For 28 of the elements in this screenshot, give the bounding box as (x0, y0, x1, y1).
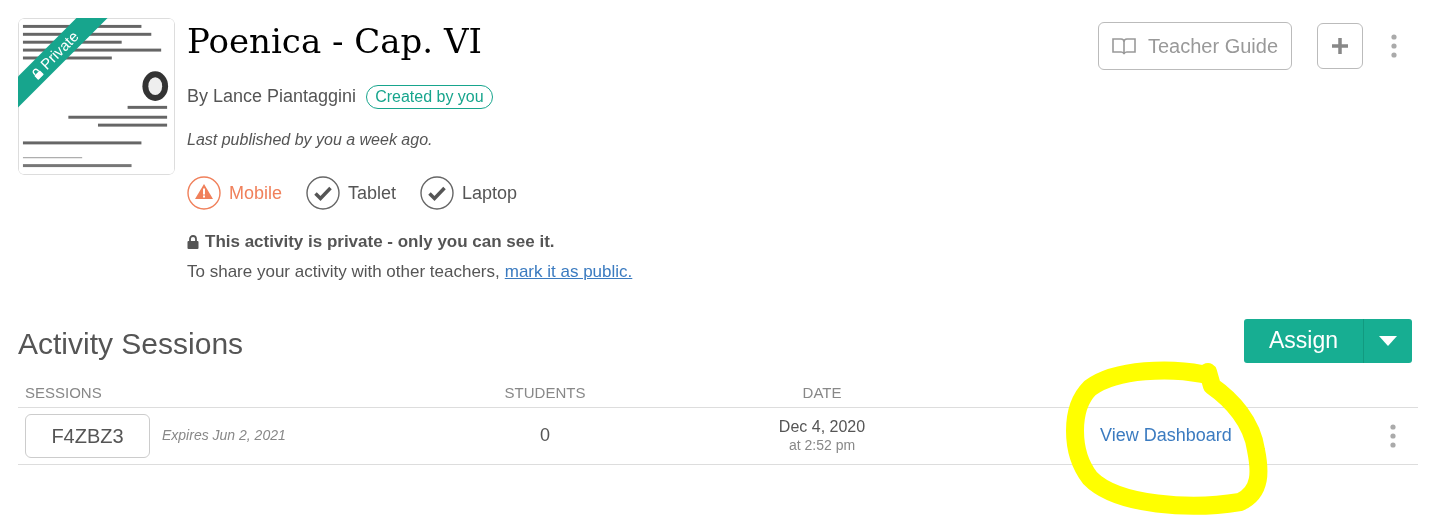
assign-button[interactable]: Assign (1244, 318, 1363, 363)
caret-icon (1379, 335, 1397, 346)
privacy-notice: This activity is private - only you can see it. (205, 231, 555, 253)
book-icon (1111, 37, 1136, 55)
view-dashboard-link[interactable]: View Dashboard (1100, 422, 1232, 449)
plus-icon (1331, 37, 1349, 55)
sessions-heading: Activity Sessions (18, 326, 244, 362)
more-icon[interactable] (1391, 34, 1397, 58)
device-label: Tablet (348, 181, 397, 205)
column-header: STUDENTS (504, 383, 586, 403)
teacher-guide-button[interactable]: Teacher Guide (1098, 22, 1292, 70)
activity-title: Poenica - Cap. VI (187, 20, 482, 63)
published-note: Last published by you a week ago. (187, 130, 433, 150)
make-public-link[interactable]: mark it as public. (504, 258, 633, 284)
session-time: at 2:52 pm (788, 435, 856, 455)
share-text: To share your activity with other teachers, (187, 260, 500, 283)
column-header: DATE (802, 383, 842, 403)
session-code[interactable]: F4ZBZ3 (25, 413, 150, 458)
session-date: Dec 4, 2020 (778, 416, 866, 436)
column-header: SESSIONS (24, 383, 102, 403)
expiry-date: Expires Jun 2, 2021 (162, 426, 286, 445)
more-icon[interactable] (1390, 423, 1396, 448)
device-label: Laptop (462, 181, 518, 205)
author-name: By Lance Piantaggini (187, 85, 357, 108)
device-label: Mobile (229, 181, 283, 205)
lock-icon (187, 234, 199, 249)
student-count: 0 (540, 424, 550, 447)
add-button[interactable] (1317, 23, 1363, 69)
